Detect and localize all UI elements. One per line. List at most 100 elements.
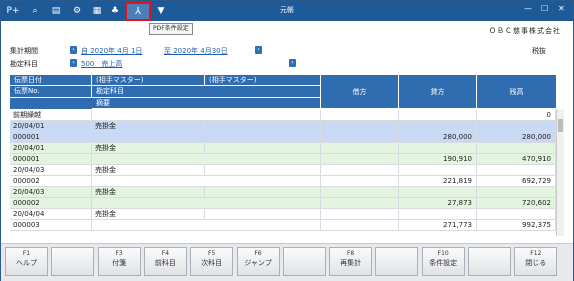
table-header: 伝票日付 (相手マスター) (相手マスター) 伝票No. 勘定科目 摘要 借方 … (10, 75, 556, 109)
fkey-key: F10 (437, 250, 449, 257)
header-credit[interactable]: 借方 (321, 75, 399, 109)
fkey-key: F1 (22, 250, 31, 257)
cell-empty (321, 143, 399, 154)
header-debit[interactable]: 貸方 (399, 75, 477, 109)
period-prev-button[interactable]: ‹ (70, 46, 77, 54)
fkey-button-11[interactable] (468, 247, 511, 276)
cell-empty (399, 187, 477, 198)
row-credit (321, 176, 399, 187)
cell-empty (321, 209, 399, 220)
header-account[interactable]: 勘定科目 (92, 86, 321, 98)
row-date: 20/04/01 (10, 121, 92, 132)
fkey-button-10[interactable]: F10 条件設定 (421, 247, 465, 276)
fkey-button-1[interactable]: F1 ヘルプ (5, 247, 48, 276)
header-date[interactable]: 伝票日付 (10, 75, 92, 86)
row-voucher: 000003 (10, 220, 92, 231)
table-row[interactable]: 000002 221,819 692,729 (10, 176, 556, 187)
row-balance: 692,729 (477, 176, 556, 187)
header-partner2[interactable]: (相手マスター) (205, 75, 321, 86)
close-button[interactable]: ✕ (558, 4, 565, 13)
account-next-button[interactable]: › (289, 59, 296, 67)
fkey-button-3[interactable]: F3 付箋 (97, 247, 141, 276)
table-row[interactable]: 000001 190,910 470,910 (10, 154, 556, 165)
header-balance[interactable]: 残高 (477, 75, 556, 109)
row-date: 20/04/03 (10, 165, 92, 176)
row-credit (321, 132, 399, 143)
vertical-scrollbar[interactable] (556, 109, 564, 236)
table-row[interactable]: 20/04/03 売掛金 (10, 165, 556, 176)
fkey-button-12[interactable]: F12 閉じる (514, 247, 558, 276)
scrollbar-thumb[interactable] (558, 119, 563, 132)
row-credit (321, 220, 399, 231)
header-voucher[interactable]: 伝票No. (10, 86, 92, 98)
row-date: 20/04/01 (10, 143, 92, 154)
fkey-key: F5 (208, 250, 216, 257)
table-row[interactable]: 前期繰越 0 (10, 110, 556, 121)
fkey-button-4[interactable]: F4 前科目 (143, 247, 187, 276)
fkey-button-5[interactable]: F5 次科目 (190, 247, 234, 276)
fkey-key: F8 (346, 250, 355, 257)
cell-empty (205, 165, 321, 176)
cell-empty (205, 187, 321, 198)
maximize-button[interactable]: ☐ (541, 4, 548, 13)
fkey-label: 再集計 (340, 259, 362, 267)
row-memo (92, 220, 321, 231)
account-prev-button[interactable]: ‹ (70, 59, 77, 67)
row-debit: 221,819 (399, 176, 477, 187)
row-debit: 271,773 (399, 220, 477, 231)
period-label: 集計期間 (10, 47, 38, 55)
cell-empty (321, 165, 399, 176)
table-row[interactable]: 000002 27,873 720,602 (10, 198, 556, 209)
cell-empty (399, 209, 477, 220)
row-date: 20/04/04 (10, 209, 92, 220)
cell-empty (399, 110, 477, 121)
row-voucher: 000001 (10, 154, 92, 165)
header-memo[interactable]: 摘要 (92, 98, 321, 109)
row-debit: 280,000 (399, 132, 477, 143)
fkey-button-6[interactable]: F6 ジャンプ (236, 247, 280, 276)
table-row[interactable]: 20/04/01 売掛金 (10, 121, 556, 132)
tax-mode: 税抜 (532, 47, 546, 55)
header-partner1[interactable]: (相手マスター) (92, 75, 205, 86)
row-credit (321, 154, 399, 165)
table-row[interactable]: 20/04/01 売掛金 (10, 143, 556, 154)
period-to-link[interactable]: 至 2020年 4月30日 (164, 46, 228, 56)
fkey-button-2[interactable] (51, 247, 95, 276)
row-memo (92, 132, 321, 143)
cell-empty (477, 187, 556, 198)
function-key-bar: F1 ヘルプ F3 付箋 F4 前科目 F5 次科目 F6 ジャンプ F8 再集計 F10 条件設定 F12… (1, 243, 573, 281)
carry-over-balance: 0 (477, 110, 556, 121)
cell-empty (205, 143, 321, 154)
cell-empty (321, 110, 399, 121)
row-memo (92, 176, 321, 187)
table-row[interactable]: 20/04/03 売掛金 (10, 187, 556, 198)
account-label: 勘定科目 (10, 60, 38, 68)
row-balance: 280,000 (477, 132, 556, 143)
fkey-key: F4 (161, 250, 170, 257)
table-row[interactable]: 000003 271,773 992,375 (10, 220, 556, 231)
account-link[interactable]: 500 売上高 (81, 59, 122, 69)
fkey-key: F12 (530, 250, 542, 257)
company-name: ＯＢＣ慈事株式会社 (489, 27, 561, 35)
row-balance: 992,375 (477, 220, 556, 231)
fkey-button-8[interactable]: F8 再集計 (329, 247, 373, 276)
fkey-button-9[interactable] (375, 247, 419, 276)
window-title: 元帳 (280, 6, 294, 14)
fkey-key: F3 (115, 250, 123, 257)
fkey-label: 条件設定 (429, 259, 458, 267)
period-next-button[interactable]: › (255, 46, 262, 54)
fkey-label: 次科目 (201, 259, 223, 267)
fkey-key: F6 (254, 250, 262, 257)
fkey-button-7[interactable] (282, 247, 326, 276)
row-balance: 470,910 (477, 154, 556, 165)
row-debit: 27,873 (399, 198, 477, 209)
row-credit (321, 198, 399, 209)
table-row[interactable]: 000001 280,000 280,000 (10, 132, 556, 143)
row-memo (92, 198, 321, 209)
carry-over-label: 前期繰越 (10, 110, 92, 121)
minimize-button[interactable]: — (524, 4, 532, 13)
period-from-link[interactable]: 自 2020年 4月 1日 (81, 46, 142, 56)
cell-empty (321, 121, 399, 132)
row-account: 売掛金 (92, 121, 205, 132)
table-row[interactable]: 20/04/04 売掛金 (10, 209, 556, 220)
